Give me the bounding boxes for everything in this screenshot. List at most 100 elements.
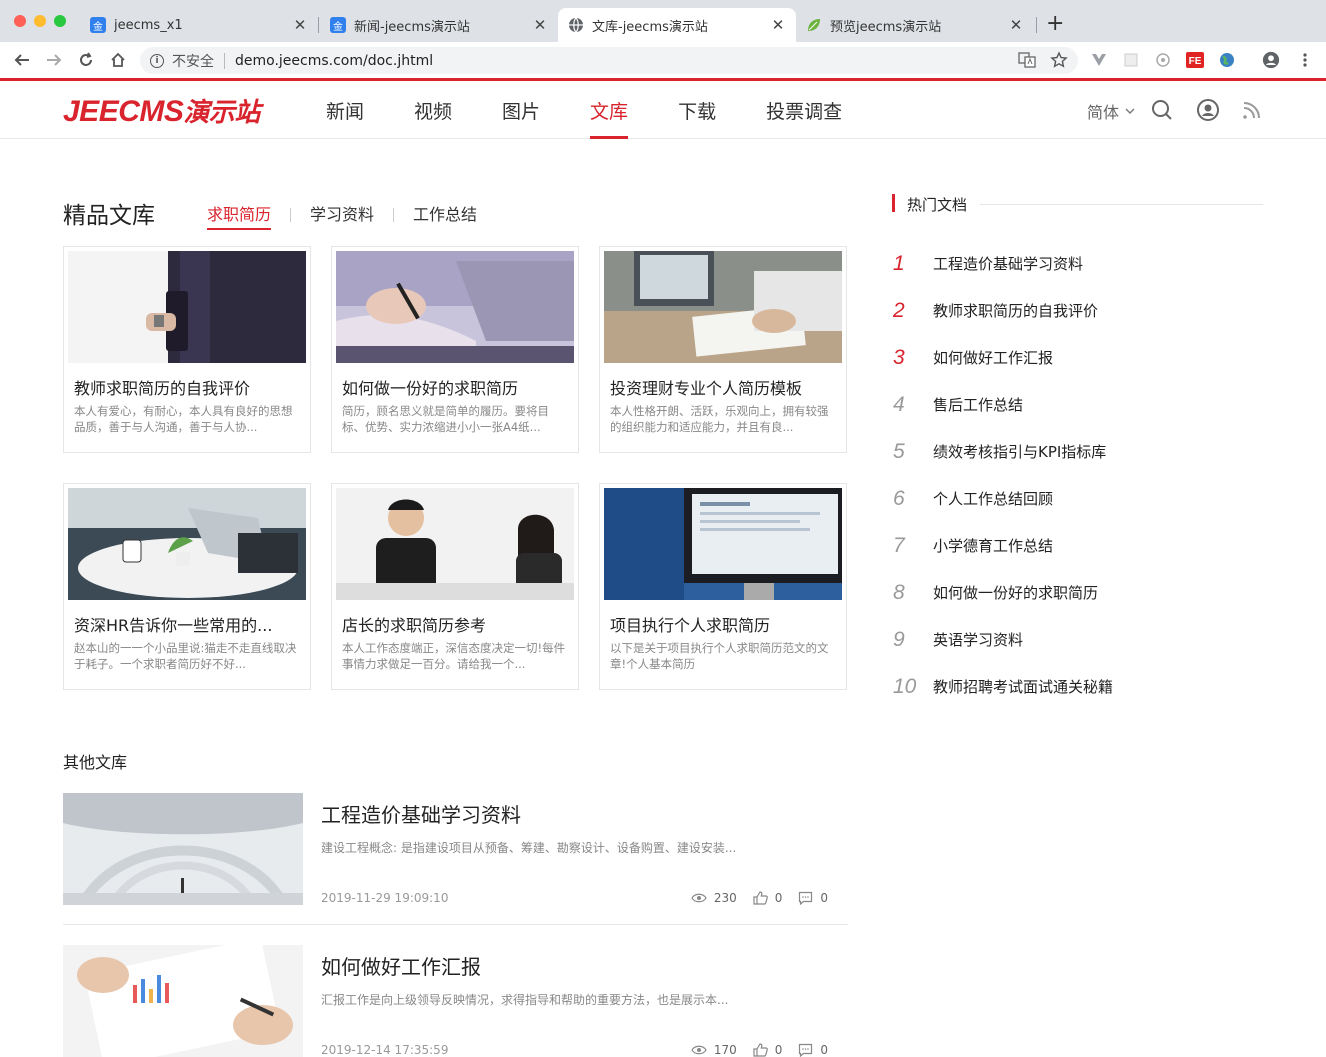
url-text[interactable]: demo.jeecms.com/doc.jhtml <box>235 53 433 69</box>
list-title[interactable]: 工程造价基础学习资料 <box>321 799 521 828</box>
list-stats: 230 0 0 <box>691 891 828 905</box>
tab-close-icon[interactable]: ✕ <box>770 16 786 34</box>
card-desc: 赵本山的一一个小品里说:猫走不走直线取决于耗子。一个求职者简历好不好... <box>74 641 297 671</box>
home-icon[interactable] <box>108 50 128 70</box>
card-image <box>68 488 306 600</box>
hot-doc-title[interactable]: 如何做一份好的求职简历 <box>933 582 1098 603</box>
card-title[interactable]: 资深HR告诉你一些常用的... <box>74 612 304 636</box>
tab-title: jeecms_x1 <box>114 17 183 33</box>
thumbs-up-icon <box>753 891 768 905</box>
list-date: 2019-11-29 19:09:10 <box>321 891 449 905</box>
browser-tab[interactable]: 预览jeecms演示站 ✕ <box>796 8 1034 42</box>
hot-doc-title[interactable]: 如何做好工作汇报 <box>933 347 1053 368</box>
list-item[interactable]: 如何做好工作汇报 汇报工作是向上级领导反映情况，求得指导和帮助的重要方法，也是展… <box>63 945 848 1057</box>
card-title[interactable]: 教师求职简历的自我评价 <box>74 375 304 399</box>
nav-item-images[interactable]: 图片 <box>502 81 540 139</box>
nav-item-video[interactable]: 视频 <box>414 81 452 139</box>
card-image <box>604 251 842 363</box>
card-title[interactable]: 投资理财专业个人简历模板 <box>610 375 840 399</box>
list-title[interactable]: 如何做好工作汇报 <box>321 951 481 980</box>
comment-count-value: 0 <box>820 1043 828 1057</box>
hot-doc-title[interactable]: 个人工作总结回顾 <box>933 488 1053 509</box>
like-count-value: 0 <box>774 1043 783 1057</box>
hot-doc-item[interactable]: 6 个人工作总结回顾 <box>893 475 1263 522</box>
doc-card[interactable]: 教师求职简历的自我评价 本人有爱心，有耐心，本人具有良好的思想品质，善于与人沟通… <box>63 246 311 453</box>
list-item[interactable]: 工程造价基础学习资料 建设工程概念: 是指建设项目从预备、筹建、勘察设计、设备购… <box>63 793 848 925</box>
comment-count[interactable]: 0 <box>798 891 828 905</box>
doc-card[interactable]: 资深HR告诉你一些常用的... 赵本山的一一个小品里说:猫走不走直线取决于耗子。… <box>63 483 311 690</box>
hot-doc-title[interactable]: 工程造价基础学习资料 <box>933 253 1083 274</box>
card-title[interactable]: 店长的求职简历参考 <box>342 612 572 636</box>
subtab-bar: 求职简历 学习资料 工作总结 <box>207 201 477 230</box>
extension-icon[interactable] <box>1122 51 1140 69</box>
comment-count[interactable]: 0 <box>798 1043 828 1057</box>
hot-doc-item[interactable]: 2 教师求职简历的自我评价 <box>893 287 1263 334</box>
browser-tab-active[interactable]: 文库-jeecms演示站 ✕ <box>558 8 796 42</box>
view-count-value: 230 <box>713 891 737 905</box>
minimize-window-button[interactable] <box>34 15 46 27</box>
hot-doc-item[interactable]: 5 绩效考核指引与KPI指标库 <box>893 428 1263 475</box>
bookmark-star-icon[interactable] <box>1049 50 1069 70</box>
hot-docs-header: 热门文档 <box>892 193 1263 215</box>
doc-card[interactable]: 店长的求职简历参考 本人工作态度端正，深信态度决定一切!每件事情力求做足一百分。… <box>331 483 579 690</box>
doc-card[interactable]: 项目执行个人求职简历 以下是关于项目执行个人求职简历范文的文章!个人基本简历 <box>599 483 847 690</box>
site-logo[interactable]: JEECMS演示站 <box>63 92 260 129</box>
logo-cn: 演示站 <box>183 97 260 127</box>
vue-devtools-icon[interactable] <box>1090 51 1108 69</box>
eye-icon <box>691 1045 707 1055</box>
browser-tab[interactable]: 金 新闻-jeecms演示站 ✕ <box>320 8 558 42</box>
tab-close-icon[interactable]: ✕ <box>532 16 548 34</box>
logo-latin: JEECMS <box>63 95 184 128</box>
browser-tab[interactable]: 金 jeecms_x1 ✕ <box>80 8 318 42</box>
nav-item-news[interactable]: 新闻 <box>326 81 364 139</box>
hot-doc-title[interactable]: 教师求职简历的自我评价 <box>933 300 1098 321</box>
card-title[interactable]: 项目执行个人求职简历 <box>610 612 840 636</box>
card-title[interactable]: 如何做一份好的求职简历 <box>342 375 572 399</box>
hot-docs-rule <box>980 204 1263 205</box>
subtab-resume[interactable]: 求职简历 <box>207 201 272 230</box>
subtab-study[interactable]: 学习资料 <box>310 201 374 228</box>
address-bar[interactable]: i 不安全 demo.jeecms.com/doc.jhtml <box>140 47 1078 74</box>
back-icon[interactable] <box>12 50 32 70</box>
forward-icon[interactable] <box>44 50 64 70</box>
language-selector[interactable]: 简体 <box>1087 99 1135 123</box>
maximize-window-button[interactable] <box>54 15 66 27</box>
nav-item-library[interactable]: 文库 <box>590 81 629 139</box>
hot-doc-title[interactable]: 售后工作总结 <box>933 394 1023 415</box>
list-desc: 建设工程概念: 是指建设项目从预备、筹建、勘察设计、设备购置、建设安装... <box>321 841 737 855</box>
reload-icon[interactable] <box>76 50 96 70</box>
hot-doc-title[interactable]: 绩效考核指引与KPI指标库 <box>933 441 1106 462</box>
doc-card[interactable]: 如何做一份好的求职简历 简历，顾名思义就是简单的履历。要将目标、优势、实力浓缩进… <box>331 246 579 453</box>
translate-icon[interactable] <box>1017 50 1037 70</box>
subtab-summary[interactable]: 工作总结 <box>413 201 477 228</box>
earth-extension-icon[interactable] <box>1218 51 1236 69</box>
search-icon[interactable] <box>1150 98 1174 122</box>
close-window-button[interactable] <box>14 15 26 27</box>
hot-doc-item[interactable]: 4 售后工作总结 <box>893 381 1263 428</box>
hot-doc-item[interactable]: 8 如何做一份好的求职简历 <box>893 569 1263 616</box>
nav-item-download[interactable]: 下载 <box>678 81 716 139</box>
hot-doc-item[interactable]: 7 小学德育工作总结 <box>893 522 1263 569</box>
rss-icon[interactable] <box>1240 98 1264 122</box>
extension-icon[interactable] <box>1154 51 1172 69</box>
hot-doc-item[interactable]: 3 如何做好工作汇报 <box>893 334 1263 381</box>
doc-card[interactable]: 投资理财专业个人简历模板 本人性格开朗、活跃，乐观向上，拥有较强的组织能力和适应… <box>599 246 847 453</box>
hot-doc-item[interactable]: 1 工程造价基础学习资料 <box>893 240 1263 287</box>
hot-doc-title[interactable]: 教师招聘考试面试通关秘籍 <box>933 676 1113 697</box>
hot-doc-item[interactable]: 9 英语学习资料 <box>893 616 1263 663</box>
hot-doc-title[interactable]: 小学德育工作总结 <box>933 535 1053 556</box>
hot-doc-rank: 3 <box>893 345 905 369</box>
tab-close-icon[interactable]: ✕ <box>292 16 308 34</box>
fe-helper-icon[interactable]: FE <box>1186 51 1204 69</box>
tab-close-icon[interactable]: ✕ <box>1008 16 1024 34</box>
profile-icon[interactable] <box>1262 51 1280 69</box>
new-tab-button[interactable]: + <box>1046 13 1064 35</box>
hot-doc-title[interactable]: 英语学习资料 <box>933 629 1023 650</box>
like-count[interactable]: 0 <box>753 1043 783 1057</box>
nav-item-vote[interactable]: 投票调查 <box>766 81 842 139</box>
info-icon[interactable]: i <box>150 53 164 68</box>
menu-kebab-icon[interactable] <box>1296 51 1314 69</box>
like-count[interactable]: 0 <box>753 891 782 905</box>
hot-doc-item[interactable]: 10 教师招聘考试面试通关秘籍 <box>893 663 1263 710</box>
user-icon[interactable] <box>1196 98 1220 122</box>
